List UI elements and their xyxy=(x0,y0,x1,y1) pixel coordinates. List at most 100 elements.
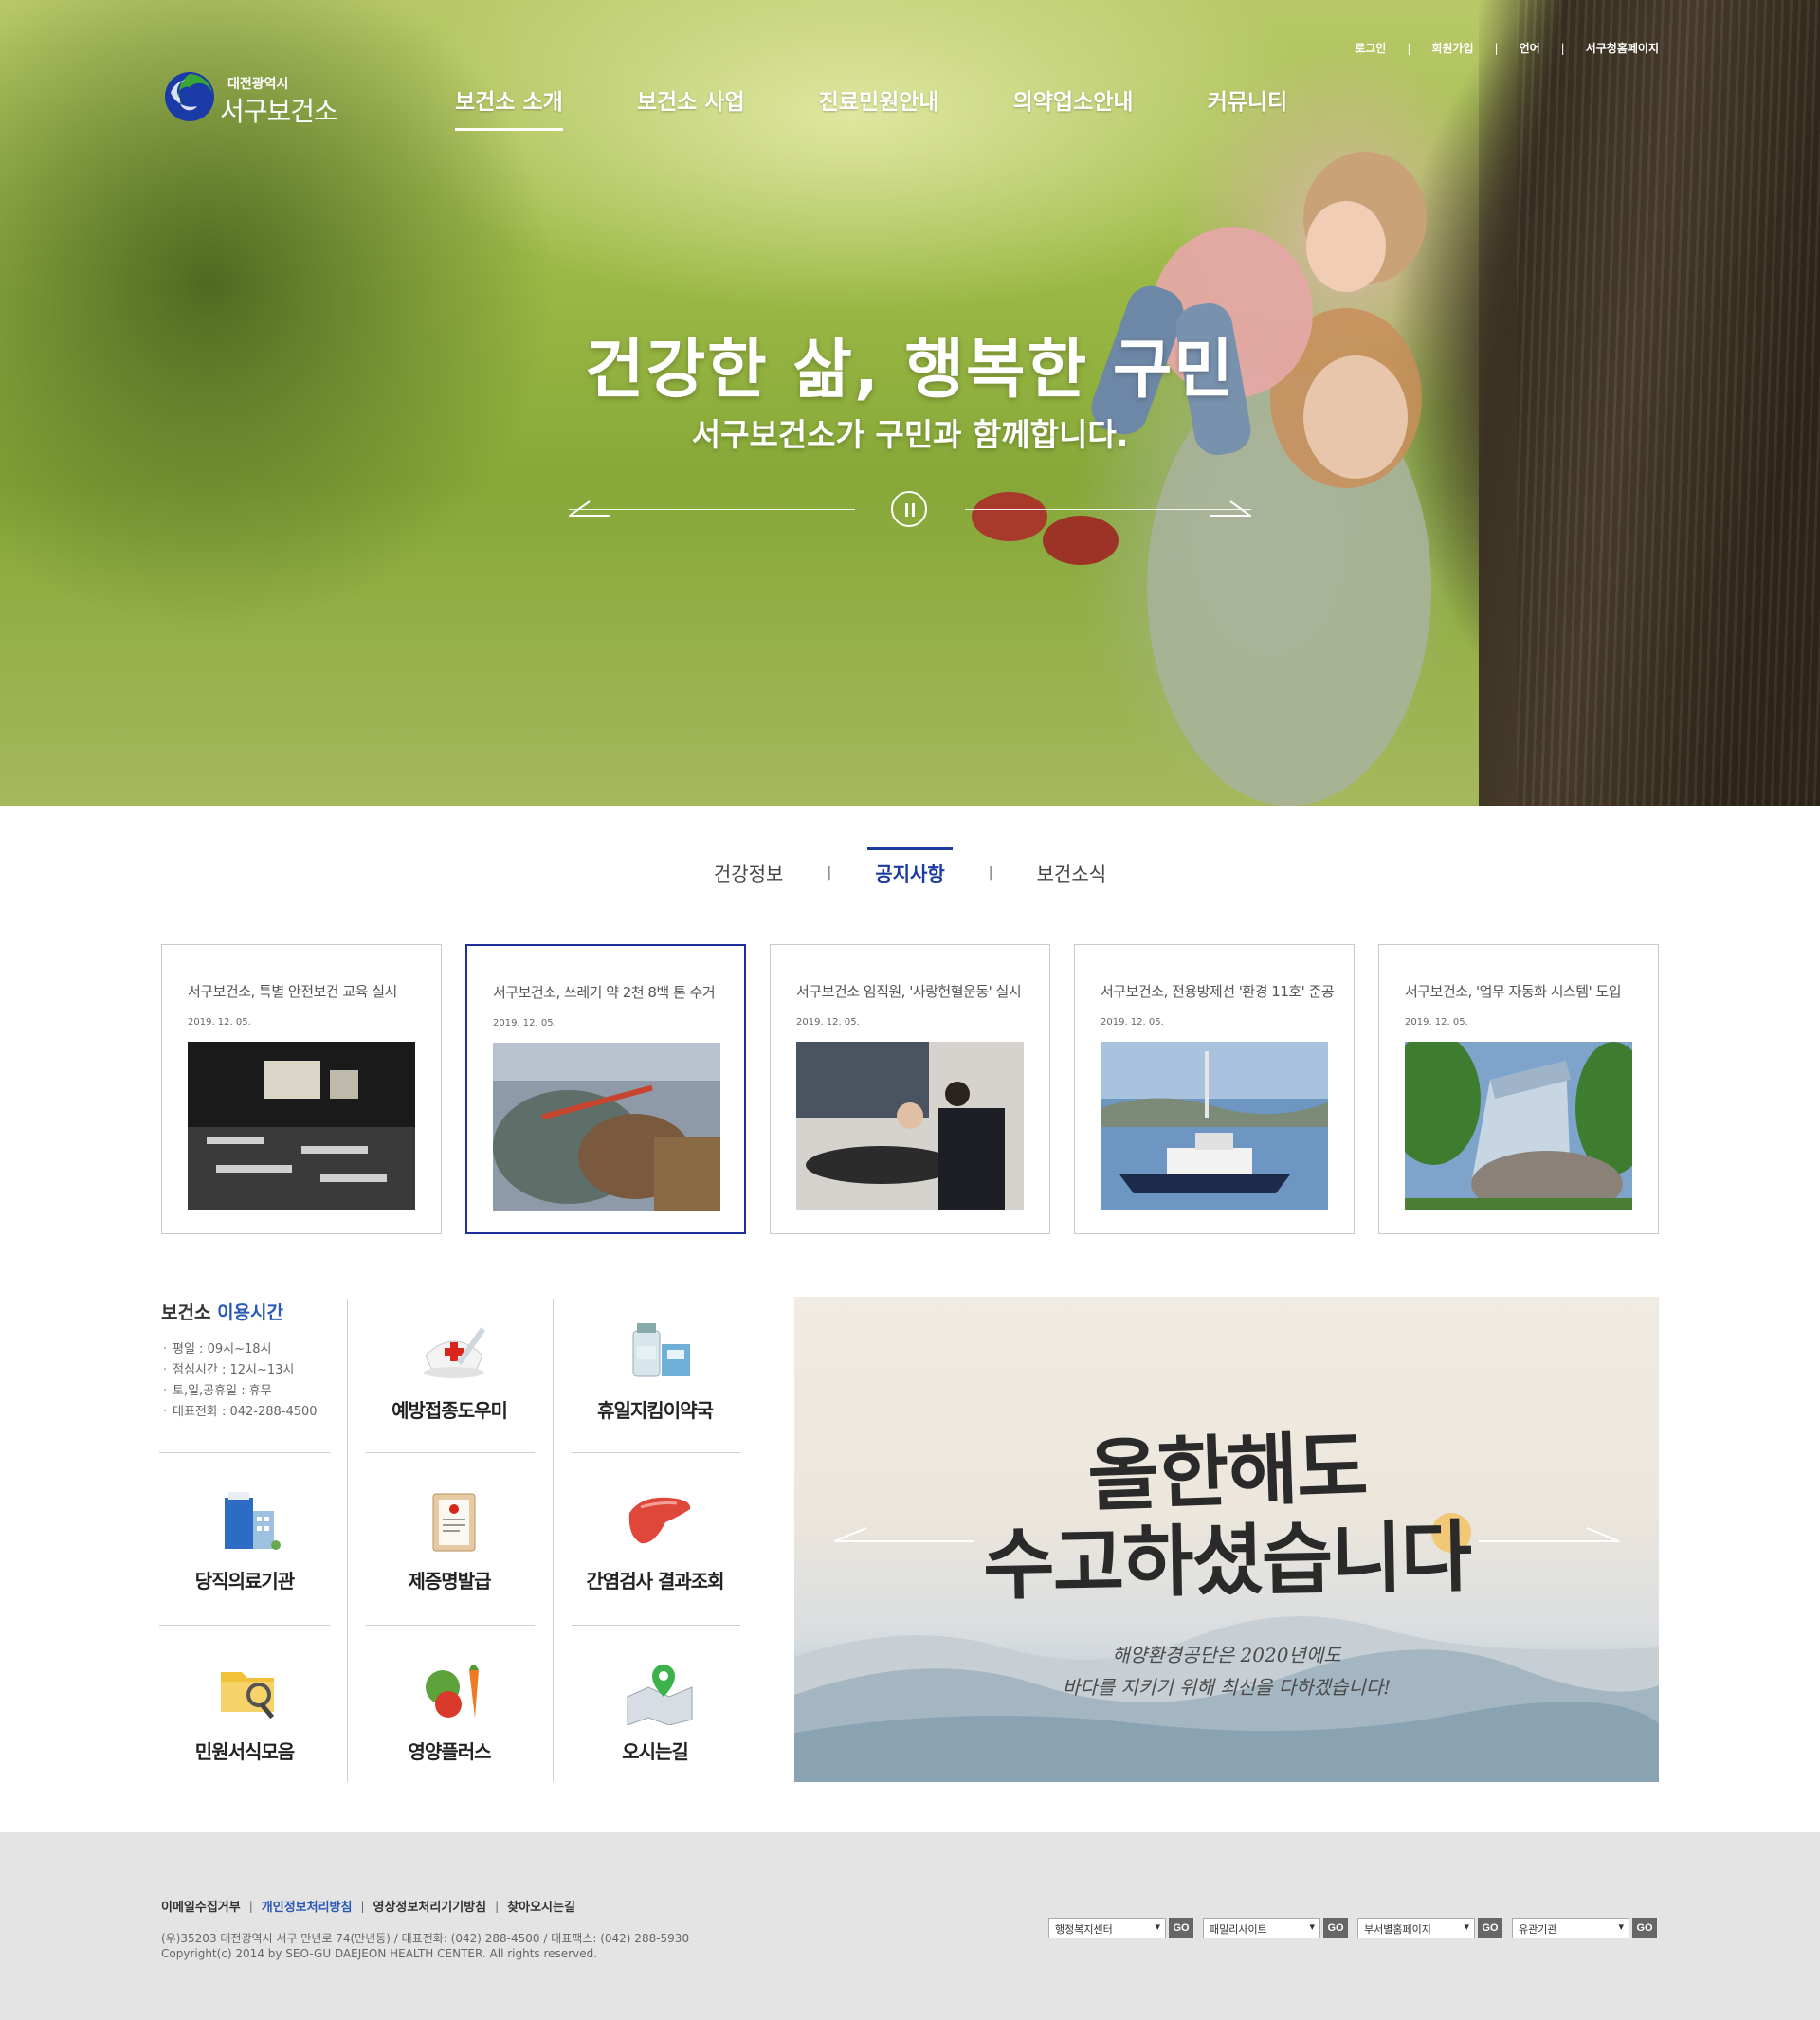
footer-link-email-refusal[interactable]: 이메일수집거부 xyxy=(161,1897,241,1915)
quick-link-label: 예방접종도우미 xyxy=(391,1399,508,1422)
news-card-image xyxy=(1101,1042,1328,1210)
language-link[interactable]: 언어 xyxy=(1520,40,1540,56)
grid-divider xyxy=(366,1452,535,1453)
quick-link-directions[interactable]: 오시는길 xyxy=(572,1640,738,1782)
news-card[interactable]: 서구보건소, 특별 안전보건 교육 실시 2019. 12. 05. xyxy=(161,944,442,1234)
quick-link-label: 당직의료기관 xyxy=(194,1570,295,1592)
quick-link-certificate[interactable]: 제증명발급 xyxy=(366,1469,533,1611)
grid-divider xyxy=(572,1452,740,1453)
news-card-date: 2019. 12. 05. xyxy=(188,1017,251,1028)
footer-links: 이메일수집거부 | 개인정보처리방침 | 영상정보처리기기방침 | 찾아오시는길 xyxy=(161,1897,575,1916)
util-separator: | xyxy=(1407,41,1411,55)
news-card-date: 2019. 12. 05. xyxy=(796,1017,860,1028)
hero-title: 건강한 삶, 행복한 구민 xyxy=(585,333,1235,408)
news-card[interactable]: 서구보건소, 쓰레기 약 2천 8백 톤 수거 2019. 12. 05. xyxy=(465,944,746,1234)
hero-photo-figures xyxy=(972,152,1431,806)
nav-item-intro[interactable]: 보건소 소개 xyxy=(455,83,563,131)
go-button[interactable]: GO xyxy=(1323,1918,1348,1938)
tab-separator: | xyxy=(827,864,832,881)
quick-link-label: 휴일지킴이약국 xyxy=(597,1399,714,1422)
tab-health-info[interactable]: 건강정보 xyxy=(706,859,792,886)
site-logo[interactable]: 대전광역시 서구보건소 xyxy=(163,70,353,127)
select-related-agency[interactable]: 유관기관 xyxy=(1512,1918,1629,1938)
banner-prev-arrow-icon[interactable] xyxy=(832,1524,974,1543)
news-card-title: 서구보건소, 전용방제선 '환경 11호' 준공 xyxy=(1101,983,1335,1000)
footer-link-privacy[interactable]: 개인정보처리방침 xyxy=(262,1897,353,1915)
hours-weekday: 평일 : 09시~18시 xyxy=(161,1339,332,1360)
hero-prev-arrow-icon[interactable] xyxy=(569,498,610,517)
quick-link-label: 간염검사 결과조회 xyxy=(586,1570,724,1592)
banner-subtext-1: 해양환경공단은 2020년에도 xyxy=(1112,1644,1341,1666)
hero-next-arrow-icon[interactable] xyxy=(1210,498,1251,517)
banner-next-arrow-icon[interactable] xyxy=(1479,1524,1621,1543)
nav-item-projects[interactable]: 보건소 사업 xyxy=(637,83,745,131)
util-separator: | xyxy=(1560,41,1565,55)
news-card-list: 서구보건소, 특별 안전보건 교육 실시 2019. 12. 05. 서구보건소… xyxy=(161,944,1659,1234)
liver-icon xyxy=(628,1497,691,1544)
hero-slider-controls xyxy=(569,488,1251,530)
quick-link-duty-hospital[interactable]: 당직의료기관 xyxy=(161,1469,328,1611)
footer-separator: | xyxy=(495,1899,500,1913)
footer-select-group: 패밀리사이트 GO xyxy=(1203,1918,1348,1938)
nav-item-clinic-guide[interactable]: 진료민원안내 xyxy=(819,83,939,131)
footer-separator: | xyxy=(248,1899,253,1913)
hours-title: 보건소 이용시간 xyxy=(161,1299,332,1324)
hours-list: 평일 : 09시~18시 점심시간 : 12시~13시 토,일,공휴일 : 휴무… xyxy=(161,1339,332,1423)
news-card-image xyxy=(1405,1042,1632,1210)
select-department-site[interactable]: 부서별홈페이지 xyxy=(1357,1918,1475,1938)
quick-link-label: 오시는길 xyxy=(622,1740,689,1763)
news-card-image xyxy=(796,1042,1024,1210)
grid-divider xyxy=(366,1625,535,1626)
hours-title-accent: 이용시간 xyxy=(217,1302,283,1323)
news-card[interactable]: 서구보건소, '업무 자동화 시스템' 도입 2019. 12. 05. xyxy=(1378,944,1659,1234)
news-card-title: 서구보건소, 쓰레기 약 2천 8백 톤 수거 xyxy=(493,984,716,1001)
quick-link-holiday-pharmacy[interactable]: 휴일지킴이약국 xyxy=(572,1299,738,1441)
tab-health-news[interactable]: 보건소식 xyxy=(1029,859,1115,886)
footer-link-directions[interactable]: 찾아오시는길 xyxy=(507,1897,575,1915)
login-link[interactable]: 로그인 xyxy=(1355,40,1386,56)
hero-control-line xyxy=(965,509,1251,510)
news-card-date: 2019. 12. 05. xyxy=(1101,1017,1164,1028)
quick-link-label: 영양플러스 xyxy=(408,1740,492,1763)
grid-divider xyxy=(159,1625,330,1626)
tab-notices[interactable]: 공지사항 xyxy=(867,847,953,886)
logo-swirl-icon xyxy=(165,72,214,121)
tab-separator: | xyxy=(988,864,993,881)
quick-link-vaccination[interactable]: 예방접종도우미 xyxy=(366,1299,533,1441)
promo-banner[interactable]: 올한해도 수고하셨습니다 해양환경공단은 2020년에도 바다를 지키기 위해 … xyxy=(794,1297,1659,1782)
news-card-image xyxy=(188,1042,415,1210)
select-admin-center[interactable]: 행정복지센터 xyxy=(1048,1918,1166,1938)
footer-copyright: Copyright(c) 2014 by SEO-GU DAEJEON HEAL… xyxy=(161,1947,598,1960)
quick-link-hepatitis-result[interactable]: 간염검사 결과조회 xyxy=(572,1469,738,1611)
news-card-title: 서구보건소 임직원, '사랑헌혈운동' 실시 xyxy=(796,983,1022,1000)
news-tabs: 건강정보 | 공지사항 | 보건소식 xyxy=(0,847,1820,886)
nav-item-community[interactable]: 커뮤니티 xyxy=(1208,83,1288,131)
pharmacy-icon xyxy=(632,1323,690,1377)
banner-subtext-2: 바다를 지키기 위해 최선을 다하겠습니다! xyxy=(1062,1676,1392,1699)
news-card[interactable]: 서구보건소, 전용방제선 '환경 11호' 준공 2019. 12. 05. xyxy=(1074,944,1355,1234)
main-navigation: 보건소 소개 보건소 사업 진료민원안내 의약업소안내 커뮤니티 xyxy=(455,83,1361,131)
select-family-site[interactable]: 패밀리사이트 xyxy=(1203,1918,1320,1938)
hero-banner: 대전광역시 서구보건소 보건소 소개 보건소 사업 진료민원안내 의약업소안내 … xyxy=(0,0,1820,806)
news-card-date: 2019. 12. 05. xyxy=(1405,1017,1468,1028)
grid-divider xyxy=(553,1299,554,1782)
hours-lunch: 점심시간 : 12시~13시 xyxy=(161,1360,332,1381)
nav-item-pharmacy-guide[interactable]: 의약업소안내 xyxy=(1013,83,1134,131)
go-button[interactable]: GO xyxy=(1169,1918,1193,1938)
quick-link-forms[interactable]: 민원서식모음 xyxy=(161,1640,328,1782)
district-office-link[interactable]: 서구청홈페이지 xyxy=(1586,40,1659,56)
signup-link[interactable]: 회원가입 xyxy=(1431,40,1473,56)
footer-select-group: 행정복지센터 GO xyxy=(1048,1918,1193,1938)
footer-link-cctv-policy[interactable]: 영상정보처리기기방침 xyxy=(373,1897,487,1915)
footer-site-selectors: 행정복지센터 GO 패밀리사이트 GO 부서별홈페이지 GO 유관기관 GO xyxy=(1048,1918,1666,1938)
hero-subtitle: 서구보건소가 구민과 함께합니다. xyxy=(691,416,1129,453)
go-button[interactable]: GO xyxy=(1632,1918,1657,1938)
map-pin-icon xyxy=(627,1665,693,1725)
news-card[interactable]: 서구보건소 임직원, '사랑헌혈운동' 실시 2019. 12. 05. xyxy=(770,944,1050,1234)
hero-pause-button[interactable] xyxy=(891,491,927,527)
quick-link-nutrition-plus[interactable]: 영양플러스 xyxy=(366,1640,533,1782)
go-button[interactable]: GO xyxy=(1478,1918,1502,1938)
hours-holiday: 토,일,공휴일 : 휴무 xyxy=(161,1381,332,1402)
site-footer: 이메일수집거부 | 개인정보처리방침 | 영상정보처리기기방침 | 찾아오시는길… xyxy=(0,1832,1820,2020)
utility-links: 로그인 | 회원가입 | 언어 | 서구청홈페이지 xyxy=(1355,40,1659,56)
